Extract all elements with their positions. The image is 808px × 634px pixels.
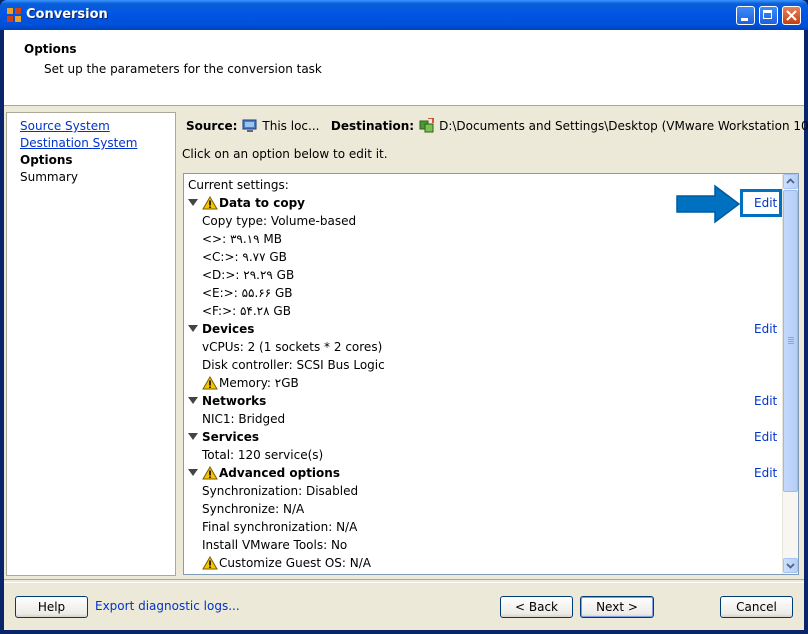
- warning-icon: [202, 466, 218, 480]
- setting-text: Customize Guest OS: N/A: [219, 556, 372, 570]
- next-button[interactable]: Next >: [580, 596, 654, 618]
- settings-section-4[interactable]: Services: [188, 428, 259, 446]
- current-settings-heading: Current settings:: [188, 178, 289, 192]
- setting-item: Copy type: Volume-based: [202, 212, 356, 230]
- setting-item: Synchronization: Disabled: [202, 482, 358, 500]
- collapse-triangle-icon[interactable]: [188, 199, 198, 206]
- close-icon: [786, 10, 797, 21]
- vmware-icon: [419, 117, 435, 136]
- page-subtitle: Set up the parameters for the conversion…: [44, 62, 322, 76]
- footer-divider: [4, 579, 804, 583]
- setting-text: Synchronization: Disabled: [202, 484, 359, 498]
- edit-hint: Click on an option below to edit it.: [182, 147, 388, 161]
- maximize-button[interactable]: [759, 6, 778, 25]
- minimize-button[interactable]: [736, 6, 755, 25]
- vertical-scrollbar[interactable]: [782, 174, 798, 574]
- section-title: Devices: [202, 322, 255, 336]
- wizard-header: Options Set up the parameters for the co…: [4, 30, 804, 106]
- setting-item: vCPUs: 2 (1 sockets * 2 cores): [202, 338, 382, 356]
- setting-item: Memory: ۲GB: [202, 374, 299, 392]
- page-title: Options: [24, 42, 77, 56]
- setting-item: Total: 120 service(s): [202, 446, 323, 464]
- cancel-button[interactable]: Cancel: [720, 596, 793, 618]
- wizard-steps-panel: Source System Destination System Options…: [6, 112, 176, 576]
- setting-item: Final synchronization: N/A: [202, 518, 357, 536]
- options-content: Source: This loc... Destination: D:\Docume…: [180, 112, 808, 575]
- destination-label: Destination:: [330, 119, 415, 133]
- close-button[interactable]: [782, 6, 801, 25]
- source-destination-line: Source: This loc... Destination: D:\Docume…: [186, 117, 808, 136]
- setting-item: Disk controller: SCSI Bus Logic: [202, 356, 385, 374]
- setting-item: <E:>: ۵۵.۶۶ GB: [202, 284, 293, 302]
- converter-app-icon: [7, 8, 21, 22]
- setting-text: <D:>: ۲۹.۲۹ GB: [202, 268, 295, 282]
- edit-link-4[interactable]: Edit: [754, 428, 777, 446]
- collapse-triangle-icon[interactable]: [188, 469, 198, 476]
- chevron-up-icon: [786, 178, 795, 184]
- setting-text: vCPUs: 2 (1 sockets * 2 cores): [202, 340, 383, 354]
- setting-text: <>: ۳۹.۱۹ MB: [202, 232, 282, 246]
- settings-section-5[interactable]: Advanced options: [188, 464, 340, 482]
- section-title: Networks: [202, 394, 267, 408]
- setting-text: NIC1: Bridged: [202, 412, 286, 426]
- collapse-triangle-icon[interactable]: [188, 397, 198, 404]
- setting-item: Synchronize: N/A: [202, 500, 304, 518]
- edit-link-2[interactable]: Edit: [754, 320, 777, 338]
- step-summary: Summary: [20, 170, 78, 184]
- setting-item: <F:>: ۵۴.۲۸ GB: [202, 302, 291, 320]
- setting-item: <>: ۳۹.۱۹ MB: [202, 230, 282, 248]
- window-title: Conversion: [26, 7, 108, 22]
- destination-value: D:\Documents and Settings\Desktop (VMwar…: [439, 119, 808, 133]
- step-options: Options: [20, 153, 73, 167]
- step-source-system[interactable]: Source System: [20, 119, 110, 133]
- maximize-icon: [763, 10, 772, 19]
- scroll-up-button[interactable]: [783, 174, 798, 189]
- setting-text: <C:>: ۹.۷۷ GB: [202, 250, 287, 264]
- scroll-thumb[interactable]: [783, 190, 798, 492]
- section-title: Data to copy: [219, 196, 305, 210]
- window-body: Options Set up the parameters for the co…: [4, 30, 808, 630]
- setting-item: NIC1: Bridged: [202, 410, 285, 428]
- step-destination-system[interactable]: Destination System: [20, 136, 137, 150]
- setting-text: Final synchronization: N/A: [202, 520, 358, 534]
- setting-text: Memory: ۲GB: [219, 376, 299, 390]
- scroll-down-button[interactable]: [783, 558, 798, 573]
- source-value: This loc...: [262, 119, 320, 133]
- setting-text: <E:>: ۵۵.۶۶ GB: [202, 286, 293, 300]
- settings-section-2[interactable]: Devices: [188, 320, 254, 338]
- settings-section-1[interactable]: Data to copy: [188, 194, 305, 212]
- source-label: Source:: [186, 119, 238, 133]
- title-bar[interactable]: Conversion: [0, 0, 808, 30]
- setting-item: Customize Guest OS: N/A: [202, 554, 371, 572]
- collapse-triangle-icon[interactable]: [188, 433, 198, 440]
- setting-text: Synchronize: N/A: [202, 502, 305, 516]
- minimize-icon: [741, 18, 748, 21]
- help-button[interactable]: Help: [15, 596, 88, 618]
- chevron-down-icon: [786, 563, 795, 569]
- setting-text: Copy type: Volume-based: [202, 214, 357, 228]
- setting-text: Disk controller: SCSI Bus Logic: [202, 358, 385, 372]
- setting-item: Install VMware Tools: No: [202, 536, 347, 554]
- conversion-window: Conversion Options Set up the parameters…: [0, 0, 808, 634]
- setting-item: <C:>: ۹.۷۷ GB: [202, 248, 287, 266]
- edit-link-5[interactable]: Edit: [754, 464, 777, 482]
- highlight-arrow-icon: [676, 184, 741, 224]
- edit-highlight-box: [740, 189, 782, 217]
- setting-text: Total: 120 service(s): [202, 448, 324, 462]
- settings-section-3[interactable]: Networks: [188, 392, 266, 410]
- setting-text: Install VMware Tools: No: [202, 538, 348, 552]
- setting-item: <D:>: ۲۹.۲۹ GB: [202, 266, 294, 284]
- warning-icon: [202, 556, 218, 570]
- current-settings-list: Current settings: Data to copy Edit Copy ty…: [183, 173, 799, 575]
- warning-icon: [202, 376, 218, 390]
- warning-icon: [202, 196, 218, 210]
- computer-icon: [242, 119, 258, 136]
- export-logs-link[interactable]: Export diagnostic logs...: [95, 599, 240, 613]
- back-button[interactable]: < Back: [500, 596, 573, 618]
- edit-link-3[interactable]: Edit: [754, 392, 777, 410]
- setting-text: <F:>: ۵۴.۲۸ GB: [202, 304, 291, 318]
- collapse-triangle-icon[interactable]: [188, 325, 198, 332]
- section-title: Services: [202, 430, 260, 444]
- section-title: Advanced options: [219, 466, 340, 480]
